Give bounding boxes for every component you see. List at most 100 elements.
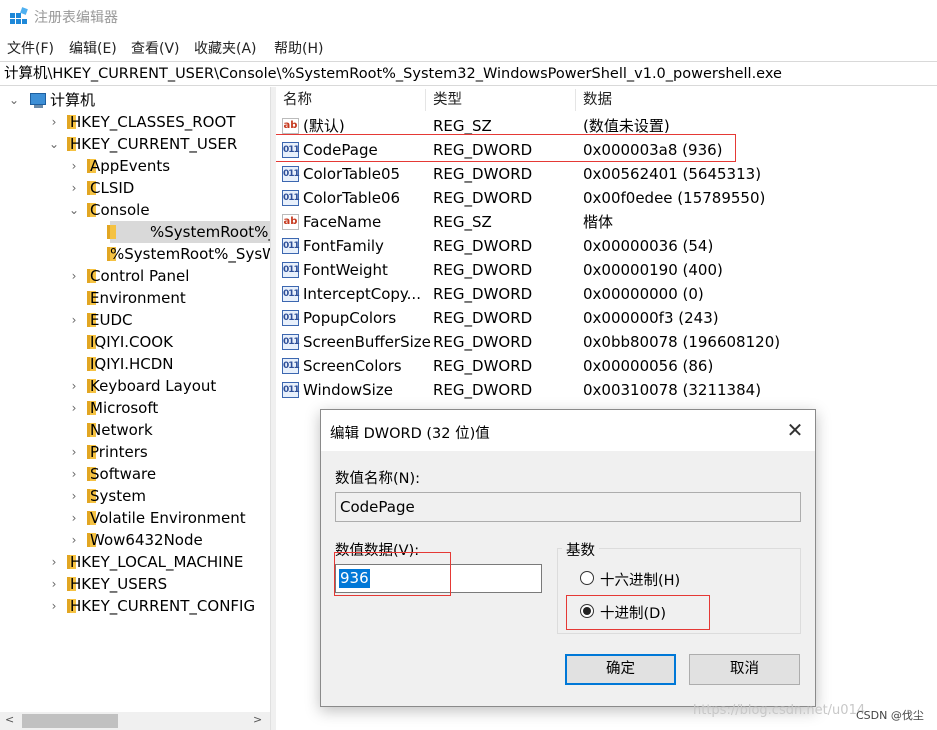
- edit-dword-dialog: 编辑 DWORD (32 位)值 ✕ 数值名称(N): CodePage 数值数…: [320, 409, 816, 707]
- tree-item[interactable]: › Wow6432Node: [0, 529, 270, 551]
- chevron-right-icon[interactable]: ›: [48, 551, 60, 573]
- tree-item[interactable]: › System: [0, 485, 270, 507]
- tree-item-label: EUDC: [90, 311, 133, 329]
- tree-item[interactable]: › Software: [0, 463, 270, 485]
- chevron-down-icon[interactable]: ⌄: [8, 89, 20, 111]
- menu-view[interactable]: 查看(V): [131, 38, 180, 58]
- list-item[interactable]: ab FaceName REG_SZ 楷体: [276, 210, 937, 234]
- string-value-icon: ab: [282, 214, 299, 230]
- cell-data: 0x000000f3 (243): [583, 309, 719, 327]
- list-item[interactable]: 011 InterceptCopy... REG_DWORD 0x00000000 (…: [276, 282, 937, 306]
- tree-item[interactable]: › Volatile Environment: [0, 507, 270, 529]
- column-header-name[interactable]: 名称: [283, 87, 312, 113]
- dword-value-icon: 011: [282, 166, 300, 182]
- chevron-down-icon[interactable]: ⌄: [68, 199, 80, 221]
- scrollbar-thumb[interactable]: [22, 714, 118, 728]
- cell-type: REG_DWORD: [433, 309, 533, 327]
- window-title: 注册表编辑器: [34, 10, 118, 26]
- column-separator[interactable]: [575, 89, 576, 111]
- title-bar: 注册表编辑器: [0, 0, 937, 34]
- tree-item[interactable]: › EUDC: [0, 309, 270, 331]
- chevron-right-icon[interactable]: ›: [68, 441, 80, 463]
- cancel-button[interactable]: 取消: [689, 654, 800, 685]
- list-item[interactable]: 011 ScreenBufferSize REG_DWORD 0x0bb80078 (…: [276, 330, 937, 354]
- list-item[interactable]: 011 ColorTable05 REG_DWORD 0x00562401 (5645…: [276, 162, 937, 186]
- chevron-right-icon[interactable]: ›: [68, 485, 80, 507]
- menu-edit[interactable]: 编辑(E): [69, 38, 117, 58]
- chevron-right-icon[interactable]: ›: [48, 111, 60, 133]
- chevron-right-icon[interactable]: ›: [68, 265, 80, 287]
- chevron-right-icon[interactable]: ›: [68, 177, 80, 199]
- tree-item[interactable]: › HKEY_CURRENT_CONFIG: [0, 595, 270, 617]
- tree-item-label: Microsoft: [90, 399, 159, 417]
- column-header-data[interactable]: 数据: [583, 87, 612, 113]
- tree-item[interactable]: › Control Panel: [0, 265, 270, 287]
- cell-type: REG_DWORD: [433, 261, 533, 279]
- column-header-type[interactable]: 类型: [433, 87, 462, 113]
- tree-item[interactable]: Environment: [0, 287, 270, 309]
- ok-button[interactable]: 确定: [565, 654, 676, 685]
- cell-data: 0x00000190 (400): [583, 261, 723, 279]
- menu-favorites[interactable]: 收藏夹(A): [194, 38, 257, 58]
- address-bar[interactable]: 计算机\HKEY_CURRENT_USER\Console\%SystemRoo…: [0, 61, 937, 86]
- cell-type: REG_DWORD: [433, 357, 533, 375]
- folder-icon: [107, 225, 116, 239]
- tree-item[interactable]: › AppEvents: [0, 155, 270, 177]
- cell-data: 0x00310078 (3211384): [583, 381, 762, 399]
- menu-help[interactable]: 帮助(H): [274, 38, 323, 58]
- cell-name: ColorTable05: [303, 165, 401, 183]
- key-tree[interactable]: ⌄ 计算机 › HKEY_CLASSES_ROOT ⌄ HKEY_CURRENT_US…: [0, 87, 270, 730]
- chevron-right-icon[interactable]: ›: [68, 375, 80, 397]
- cell-name: PopupColors: [303, 309, 397, 327]
- tree-item-label: System: [90, 487, 146, 505]
- cell-name: ScreenColors: [303, 357, 402, 375]
- cell-name: ScreenBufferSize: [303, 333, 431, 351]
- tree-item[interactable]: %SystemRoot%_Syste: [107, 221, 270, 243]
- chevron-right-icon[interactable]: ›: [68, 397, 80, 419]
- close-icon[interactable]: ✕: [784, 418, 806, 442]
- tree-item[interactable]: › HKEY_USERS: [0, 573, 270, 595]
- scroll-left-icon[interactable]: <: [5, 713, 14, 726]
- list-item[interactable]: 011 PopupColors REG_DWORD 0x000000f3 (243): [276, 306, 937, 330]
- cell-name: ColorTable06: [303, 189, 401, 207]
- cell-type: REG_DWORD: [433, 285, 533, 303]
- cell-name: WindowSize: [303, 381, 393, 399]
- radio-circle-icon[interactable]: [580, 571, 594, 585]
- tree-item[interactable]: Network: [0, 419, 270, 441]
- chevron-right-icon[interactable]: ›: [68, 507, 80, 529]
- cell-type: REG_DWORD: [433, 381, 533, 399]
- tree-item[interactable]: › Microsoft: [0, 397, 270, 419]
- tree-item[interactable]: › Printers: [0, 441, 270, 463]
- menu-file[interactable]: 文件(F): [7, 38, 54, 58]
- tree-item[interactable]: %SystemRoot%_SysW: [0, 243, 270, 265]
- chevron-right-icon[interactable]: ›: [68, 309, 80, 331]
- tree-horizontal-scrollbar[interactable]: < >: [0, 712, 270, 730]
- tree-item-computer[interactable]: ⌄ 计算机: [0, 89, 270, 111]
- chevron-right-icon[interactable]: ›: [68, 529, 80, 551]
- chevron-down-icon[interactable]: ⌄: [48, 133, 60, 155]
- chevron-right-icon[interactable]: ›: [68, 155, 80, 177]
- cell-name: FontFamily: [303, 237, 384, 255]
- list-item[interactable]: 011 ColorTable06 REG_DWORD 0x00f0edee (1578…: [276, 186, 937, 210]
- tree-item[interactable]: IQIYI.COOK: [0, 331, 270, 353]
- list-item[interactable]: 011 ScreenColors REG_DWORD 0x00000056 (86): [276, 354, 937, 378]
- chevron-right-icon[interactable]: ›: [48, 573, 60, 595]
- list-item[interactable]: 011 WindowSize REG_DWORD 0x00310078 (321138…: [276, 378, 937, 402]
- radio-hex[interactable]: 十六进制(H): [580, 569, 730, 589]
- tree-item[interactable]: ⌄ HKEY_CURRENT_USER: [0, 133, 270, 155]
- tree-item[interactable]: ⌄ Console: [0, 199, 270, 221]
- chevron-right-icon[interactable]: ›: [68, 463, 80, 485]
- scroll-right-icon[interactable]: >: [253, 713, 262, 726]
- list-item[interactable]: 011 FontFamily REG_DWORD 0x00000036 (54): [276, 234, 937, 258]
- tree-item[interactable]: › CLSID: [0, 177, 270, 199]
- tree-item[interactable]: IQIYI.HCDN: [0, 353, 270, 375]
- column-separator[interactable]: [425, 89, 426, 111]
- chevron-right-icon[interactable]: ›: [48, 595, 60, 617]
- tree-item[interactable]: › Keyboard Layout: [0, 375, 270, 397]
- registry-editor-icon: [10, 7, 28, 24]
- dword-value-icon: 011: [282, 334, 300, 350]
- cell-data: 0x00000036 (54): [583, 237, 714, 255]
- tree-item[interactable]: › HKEY_CLASSES_ROOT: [0, 111, 270, 133]
- tree-item[interactable]: › HKEY_LOCAL_MACHINE: [0, 551, 270, 573]
- list-item[interactable]: 011 FontWeight REG_DWORD 0x00000190 (400): [276, 258, 937, 282]
